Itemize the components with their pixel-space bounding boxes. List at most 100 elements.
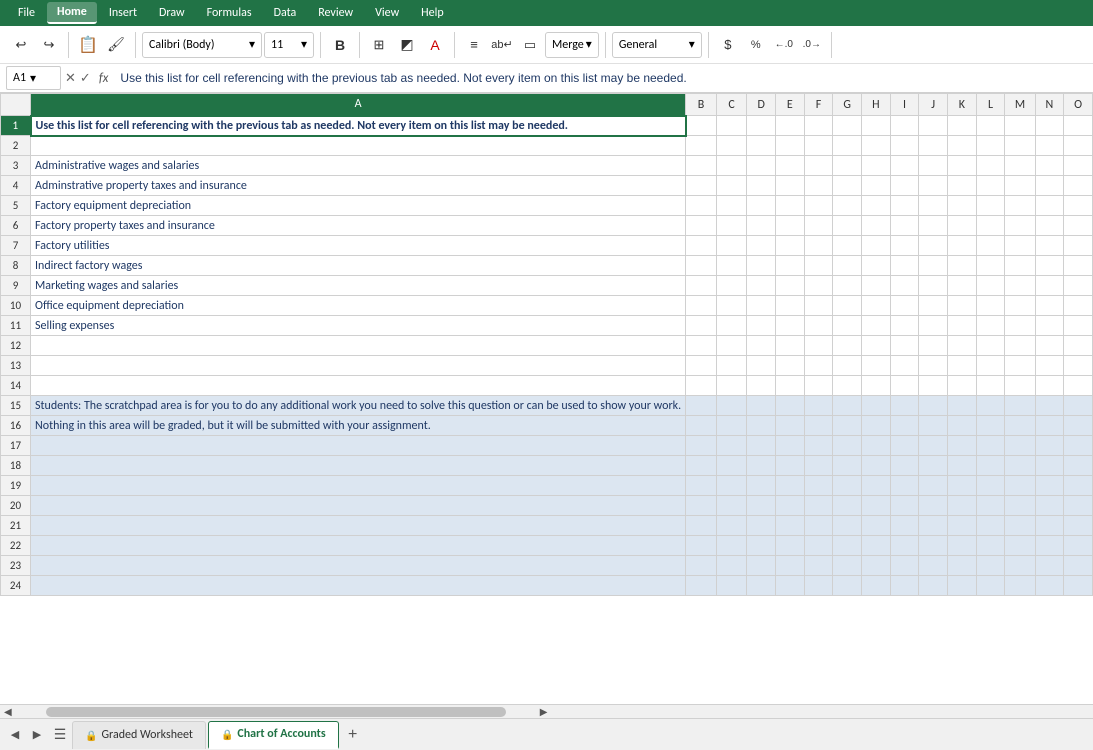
cell-G2[interactable] bbox=[833, 136, 862, 156]
redo-button[interactable]: ↪ bbox=[36, 32, 62, 58]
cell-D21[interactable] bbox=[747, 516, 776, 536]
cell-N18[interactable] bbox=[1035, 456, 1064, 476]
cell-G14[interactable] bbox=[833, 376, 862, 396]
cell-H2[interactable] bbox=[862, 136, 891, 156]
cell-G9[interactable] bbox=[833, 276, 862, 296]
cell-A22[interactable] bbox=[31, 536, 686, 556]
row-header-12[interactable]: 12 bbox=[1, 336, 31, 356]
cell-J13[interactable] bbox=[919, 356, 948, 376]
cell-B3[interactable] bbox=[686, 156, 717, 176]
cell-G13[interactable] bbox=[833, 356, 862, 376]
cell-H22[interactable] bbox=[862, 536, 891, 556]
cell-E10[interactable] bbox=[776, 296, 805, 316]
cell-N8[interactable] bbox=[1035, 256, 1064, 276]
row-header-10[interactable]: 10 bbox=[1, 296, 31, 316]
merge-selector[interactable]: Merge ▾ bbox=[545, 32, 599, 58]
cell-M9[interactable] bbox=[1005, 276, 1035, 296]
cell-C10[interactable] bbox=[716, 296, 746, 316]
cell-A23[interactable] bbox=[31, 556, 686, 576]
cell-K22[interactable] bbox=[948, 536, 977, 556]
cell-B23[interactable] bbox=[686, 556, 717, 576]
cell-L21[interactable] bbox=[976, 516, 1005, 536]
cell-E20[interactable] bbox=[776, 496, 805, 516]
cell-F13[interactable] bbox=[804, 356, 833, 376]
cell-L16[interactable] bbox=[976, 416, 1005, 436]
cell-N17[interactable] bbox=[1035, 436, 1064, 456]
cell-L9[interactable] bbox=[976, 276, 1005, 296]
cell-A14[interactable] bbox=[31, 376, 686, 396]
cell-G20[interactable] bbox=[833, 496, 862, 516]
cell-G5[interactable] bbox=[833, 196, 862, 216]
col-header-M[interactable]: M bbox=[1005, 94, 1035, 116]
tab-chart-of-accounts[interactable]: 🔒 Chart of Accounts bbox=[208, 721, 339, 749]
decimal-left-button[interactable]: ←.0 bbox=[771, 32, 797, 58]
cell-F3[interactable] bbox=[804, 156, 833, 176]
cell-N19[interactable] bbox=[1035, 476, 1064, 496]
cell-G12[interactable] bbox=[833, 336, 862, 356]
cell-F22[interactable] bbox=[804, 536, 833, 556]
cell-L4[interactable] bbox=[976, 176, 1005, 196]
cell-C23[interactable] bbox=[716, 556, 746, 576]
cell-C19[interactable] bbox=[716, 476, 746, 496]
cell-E21[interactable] bbox=[776, 516, 805, 536]
cell-F5[interactable] bbox=[804, 196, 833, 216]
cell-D9[interactable] bbox=[747, 276, 776, 296]
cell-M22[interactable] bbox=[1005, 536, 1035, 556]
cell-M8[interactable] bbox=[1005, 256, 1035, 276]
cell-F7[interactable] bbox=[804, 236, 833, 256]
cell-H6[interactable] bbox=[862, 216, 891, 236]
cell-B15[interactable] bbox=[686, 396, 717, 416]
cell-I10[interactable] bbox=[890, 296, 919, 316]
cell-H3[interactable] bbox=[862, 156, 891, 176]
cell-N16[interactable] bbox=[1035, 416, 1064, 436]
cell-M14[interactable] bbox=[1005, 376, 1035, 396]
row-header-14[interactable]: 14 bbox=[1, 376, 31, 396]
row-header-16[interactable]: 16 bbox=[1, 416, 31, 436]
scroll-left-arrow[interactable]: ◀ bbox=[0, 705, 16, 718]
row-header-17[interactable]: 17 bbox=[1, 436, 31, 456]
menu-formulas[interactable]: Formulas bbox=[197, 3, 262, 23]
cell-A7[interactable]: Factory utilities bbox=[31, 236, 686, 256]
cell-N3[interactable] bbox=[1035, 156, 1064, 176]
cell-B8[interactable] bbox=[686, 256, 717, 276]
col-header-H[interactable]: H bbox=[862, 94, 891, 116]
cell-C13[interactable] bbox=[716, 356, 746, 376]
tab-nav-prev[interactable]: ◀ bbox=[4, 724, 26, 746]
cell-K10[interactable] bbox=[948, 296, 977, 316]
decimal-right-button[interactable]: .0→ bbox=[799, 32, 825, 58]
cell-F23[interactable] bbox=[804, 556, 833, 576]
cell-D22[interactable] bbox=[747, 536, 776, 556]
cell-C6[interactable] bbox=[716, 216, 746, 236]
cell-D24[interactable] bbox=[747, 576, 776, 596]
cell-N4[interactable] bbox=[1035, 176, 1064, 196]
cell-I3[interactable] bbox=[890, 156, 919, 176]
cell-G4[interactable] bbox=[833, 176, 862, 196]
cell-M24[interactable] bbox=[1005, 576, 1035, 596]
number-format-selector[interactable]: General ▾ bbox=[612, 32, 702, 58]
cell-E24[interactable] bbox=[776, 576, 805, 596]
cell-A12[interactable] bbox=[31, 336, 686, 356]
cell-D2[interactable] bbox=[747, 136, 776, 156]
cell-I20[interactable] bbox=[890, 496, 919, 516]
cell-D17[interactable] bbox=[747, 436, 776, 456]
cell-M15[interactable] bbox=[1005, 396, 1035, 416]
confirm-formula-icon[interactable]: ✓ bbox=[80, 71, 91, 86]
cell-C12[interactable] bbox=[716, 336, 746, 356]
wrap-text-button[interactable]: ab↵ bbox=[489, 32, 515, 58]
cell-C15[interactable] bbox=[716, 396, 746, 416]
cell-styles-button[interactable]: ▭ bbox=[517, 32, 543, 58]
col-header-B[interactable]: B bbox=[686, 94, 717, 116]
cell-N23[interactable] bbox=[1035, 556, 1064, 576]
cell-G3[interactable] bbox=[833, 156, 862, 176]
cell-C16[interactable] bbox=[716, 416, 746, 436]
cell-O9[interactable] bbox=[1064, 276, 1093, 296]
cell-O2[interactable] bbox=[1064, 136, 1093, 156]
cell-D18[interactable] bbox=[747, 456, 776, 476]
cell-L2[interactable] bbox=[976, 136, 1005, 156]
cell-A9[interactable]: Marketing wages and salaries bbox=[31, 276, 686, 296]
cell-E18[interactable] bbox=[776, 456, 805, 476]
cell-J15[interactable] bbox=[919, 396, 948, 416]
cell-B1[interactable] bbox=[686, 116, 717, 136]
cell-K18[interactable] bbox=[948, 456, 977, 476]
cell-I17[interactable] bbox=[890, 436, 919, 456]
